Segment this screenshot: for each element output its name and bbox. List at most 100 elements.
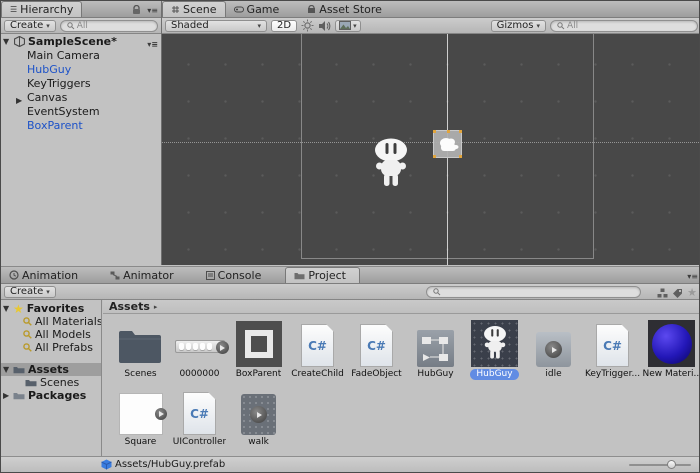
panel-menu-icon[interactable]: ▾≡ xyxy=(147,6,158,15)
asset-fadeobject[interactable]: C# FadeObject xyxy=(347,319,406,380)
search-by-label-icon[interactable] xyxy=(672,286,683,299)
tab-hierarchy-label: Hierarchy xyxy=(20,3,73,16)
tree-all-models[interactable]: All Models xyxy=(1,328,101,341)
scene-audio-icon[interactable] xyxy=(318,20,331,32)
foldout-arrow-icon[interactable]: ▼ xyxy=(3,363,9,376)
grid-horizontal-axis xyxy=(162,142,700,143)
project-search-input[interactable] xyxy=(426,286,641,298)
hierarchy-item-main-camera[interactable]: Main Camera xyxy=(1,49,161,63)
asset-idle[interactable]: idle xyxy=(524,319,583,380)
csharp-script-icon: C# xyxy=(360,324,393,367)
sprite-icon xyxy=(119,393,163,435)
asset-hubguy-prefab[interactable]: HubGuy xyxy=(465,319,524,380)
asset-grid-row: Scenes 0000000 BoxParent C# CreateChild xyxy=(111,319,700,380)
chevron-down-icon: ▾ xyxy=(536,22,540,30)
selection-handle[interactable] xyxy=(459,155,462,158)
play-icon xyxy=(155,408,167,420)
state-machine-icon xyxy=(110,271,120,280)
lock-icon[interactable] xyxy=(132,5,141,15)
scene-search-input[interactable]: All xyxy=(550,20,698,32)
hierarchy-item-keytriggers[interactable]: KeyTriggers xyxy=(1,77,161,91)
tab-hierarchy[interactable]: ☰ Hierarchy xyxy=(1,1,82,17)
assets-browser: Assets ▸ Scenes 0000000 BoxParent xyxy=(103,300,700,458)
gizmos-dropdown[interactable]: Gizmos▾ xyxy=(491,20,546,32)
asset-walk[interactable]: walk xyxy=(229,387,288,448)
tree-all-prefabs[interactable]: All Prefabs xyxy=(1,341,101,354)
foldout-arrow-icon[interactable]: ▼ xyxy=(3,302,9,315)
hierarchy-scene-root[interactable]: ▼ SampleScene* ▾≡ xyxy=(1,34,161,49)
scene-effects-dropdown[interactable]: ▾ xyxy=(335,20,361,32)
play-icon xyxy=(250,406,267,423)
hierarchy-toolbar: Create▾ All xyxy=(1,18,161,34)
scene-lighting-icon[interactable] xyxy=(301,19,314,32)
search-icon xyxy=(557,22,565,30)
hierarchy-item-canvas[interactable]: ▶ Canvas xyxy=(1,91,161,105)
list-icon: ☰ xyxy=(10,5,17,14)
foldout-arrow-icon[interactable]: ▼ xyxy=(3,34,9,49)
csharp-script-icon: C# xyxy=(301,324,334,367)
tab-scene[interactable]: Scene xyxy=(162,1,226,17)
hubguy-sprite[interactable] xyxy=(372,137,410,191)
hierarchy-tree: ▼ SampleScene* ▾≡ Main Camera HubGuy Key… xyxy=(1,34,161,265)
tab-project[interactable]: Project xyxy=(285,267,360,283)
draw-mode-dropdown[interactable]: Shaded▾ xyxy=(165,20,267,32)
tree-scenes-folder[interactable]: Scenes xyxy=(1,376,101,389)
asset-zoom-slider[interactable] xyxy=(629,464,691,466)
asset-grid: Scenes 0000000 BoxParent C# CreateChild xyxy=(103,314,700,458)
folder-icon xyxy=(294,271,305,280)
tree-assets-root[interactable]: ▼ Assets xyxy=(1,363,101,376)
bottom-tabstrip: Animation Animator Console Project xyxy=(1,267,700,284)
scene-panel: Scene Game Asset Store Shaded▾ 2D xyxy=(162,1,700,265)
scene-viewport[interactable] xyxy=(162,34,700,265)
panel-menu-icon[interactable]: ▾≡ xyxy=(687,272,698,281)
glove-sprite xyxy=(438,137,459,153)
foldout-arrow-icon[interactable]: ▶ xyxy=(3,389,9,402)
hierarchy-search-placeholder: All xyxy=(77,21,88,31)
selection-handle[interactable] xyxy=(459,130,462,133)
hierarchy-create-button[interactable]: Create▾ xyxy=(4,20,56,32)
tab-console[interactable]: Console xyxy=(198,267,270,283)
hierarchy-item-eventsystem[interactable]: EventSystem xyxy=(1,105,161,119)
slider-knob[interactable] xyxy=(667,460,676,469)
favorites-star-icon[interactable]: ★ xyxy=(687,286,697,299)
tab-asset-store[interactable]: Asset Store xyxy=(299,1,390,17)
animation-clip-icon xyxy=(241,394,276,435)
tree-packages-root[interactable]: ▶ Packages xyxy=(1,389,101,402)
hierarchy-tabstrip: ☰ Hierarchy ▾≡ xyxy=(1,1,161,18)
asset-new-material[interactable]: New Materi... xyxy=(642,319,700,380)
tree-favorites[interactable]: ▼ ★ Favorites xyxy=(1,302,101,315)
hierarchy-item-hubguy[interactable]: HubGuy xyxy=(1,63,161,77)
chevron-down-icon: ▾ xyxy=(353,22,357,30)
tree-all-materials[interactable]: All Materials xyxy=(1,315,101,328)
chevron-down-icon: ▾ xyxy=(46,22,50,30)
hierarchy-item-boxparent[interactable]: BoxParent xyxy=(1,119,161,133)
asset-0000000[interactable]: 0000000 xyxy=(170,319,229,380)
tab-animation[interactable]: Animation xyxy=(1,267,86,283)
prefab-preview-icon xyxy=(471,320,518,367)
asset-square[interactable]: Square xyxy=(111,387,170,448)
folder-icon xyxy=(118,327,163,364)
tab-animator[interactable]: Animator xyxy=(102,267,182,283)
selection-handle[interactable] xyxy=(433,130,436,133)
scene-toolbar: Shaded▾ 2D ▾ Gizmos▾ All xyxy=(162,18,700,34)
asset-createchild[interactable]: C# CreateChild xyxy=(288,319,347,380)
asset-uicontroller[interactable]: C# UIController xyxy=(170,387,229,448)
search-filter-icon xyxy=(23,343,32,352)
asset-boxparent[interactable]: BoxParent xyxy=(229,319,288,380)
sprite-sheet-icon xyxy=(175,340,225,353)
project-create-button[interactable]: Create▾ xyxy=(4,286,56,298)
selection-handle[interactable] xyxy=(433,155,436,158)
selection-handle[interactable] xyxy=(447,130,450,133)
asset-keytrigger[interactable]: C# KeyTrigger... xyxy=(583,319,642,380)
tab-game[interactable]: Game xyxy=(226,1,288,17)
scene-grid-icon xyxy=(171,5,180,14)
asset-hubguy-controller[interactable]: HubGuy xyxy=(406,319,465,380)
search-by-type-icon[interactable] xyxy=(657,286,668,299)
hierarchy-search-input[interactable]: All xyxy=(60,20,158,32)
asset-store-icon xyxy=(307,5,316,14)
asset-scenes[interactable]: Scenes xyxy=(111,319,170,380)
2d-toggle-button[interactable]: 2D xyxy=(271,20,297,32)
breadcrumb[interactable]: Assets ▸ xyxy=(103,300,700,314)
project-folder-tree: ▼ ★ Favorites All Materials All Models xyxy=(1,300,102,458)
selected-sprite-box[interactable] xyxy=(433,130,462,158)
